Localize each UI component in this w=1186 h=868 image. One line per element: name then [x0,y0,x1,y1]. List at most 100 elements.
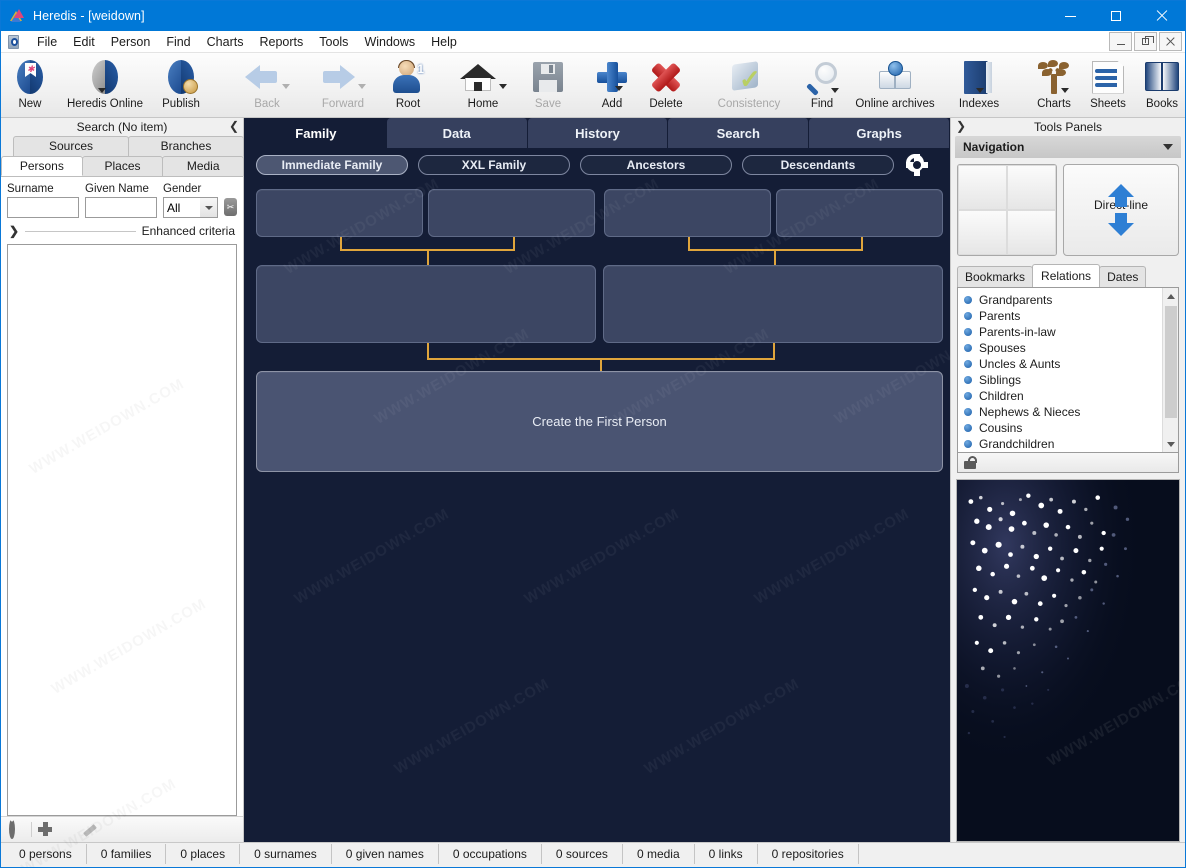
list-item[interactable]: Children [964,388,1162,404]
list-item[interactable]: Grandparents [964,292,1162,308]
tools-panel-tabs: Bookmarks Relations Dates [951,260,1185,287]
parent-box-father[interactable] [256,265,596,343]
mdi-restore-button[interactable] [1134,32,1157,51]
quadrant-bottom-left[interactable] [958,210,1007,255]
tab-data[interactable]: Data [386,118,528,148]
chevron-left-icon[interactable]: ❮ [229,119,239,133]
minimize-button[interactable] [1047,1,1093,31]
enhanced-criteria-row[interactable]: ❯ Enhanced criteria [1,218,243,242]
main-tab-bar: Family Data History Search Graphs [244,118,950,148]
tab-sources[interactable]: Sources [13,136,129,156]
search-panel-title: Search (No item) [76,120,168,134]
toolbar-button-home[interactable]: Home [445,53,521,115]
tab-relations[interactable]: Relations [1032,264,1101,287]
navigation-section-header[interactable]: Navigation [955,136,1181,158]
close-button[interactable] [1139,1,1185,31]
tab-family[interactable]: Family [246,118,387,148]
given-name-input[interactable] [85,197,157,218]
quadrant-top-right[interactable] [1007,165,1056,210]
clear-criteria-button[interactable]: ✂ [224,198,237,216]
tab-graphs[interactable]: Graphs [809,118,950,148]
toolbar-button-online-archives[interactable]: Online archives [849,53,941,115]
grandparent-box-paternal-grandmother[interactable] [428,189,595,237]
toolbar-button-consistency[interactable]: ✓ Consistency [703,53,795,115]
scroll-down-arrow-icon[interactable] [1163,436,1178,452]
view-ancestors[interactable]: Ancestors [580,155,732,175]
toolbar-button-add[interactable]: Add [585,53,639,115]
tab-search[interactable]: Search [668,118,810,148]
arrow-down-icon[interactable] [1108,213,1134,236]
menu-item-file[interactable]: File [29,32,65,52]
menu-item-charts[interactable]: Charts [199,32,252,52]
view-immediate-family[interactable]: Immediate Family [256,155,408,175]
status-sources: 0 sources [542,843,623,864]
relations-scrollbar[interactable] [1162,288,1178,452]
list-item[interactable]: Parents-in-law [964,324,1162,340]
plus-icon[interactable] [38,822,54,838]
mdi-close-button[interactable] [1159,32,1182,51]
family-settings-button[interactable] [906,154,928,176]
gender-selected-value: All [167,200,181,215]
grandparent-box-maternal-grandmother[interactable] [776,189,943,237]
menu-item-edit[interactable]: Edit [65,32,103,52]
toolbar-button-forward[interactable]: Forward [305,53,381,115]
maximize-button[interactable] [1093,1,1139,31]
toolbar-button-heredis-online[interactable]: Heredis Online [67,53,143,115]
pencil-icon[interactable] [82,822,98,838]
grandparent-box-maternal-grandfather[interactable] [604,189,771,237]
menu-item-help[interactable]: Help [423,32,465,52]
toolbar-button-charts[interactable]: Charts [1027,53,1081,115]
navigation-quadrant-grid[interactable] [957,164,1057,256]
tab-persons[interactable]: Persons [1,156,83,176]
toolbar-button-books[interactable]: Books [1135,53,1185,115]
toolbar-button-indexes[interactable]: Indexes [941,53,1017,115]
quadrant-top-left[interactable] [958,165,1007,210]
gender-select[interactable]: All [163,197,218,218]
primary-person-box[interactable]: Create the First Person [256,371,943,472]
refresh-icon[interactable] [9,818,25,839]
toolbar-button-find[interactable]: Find [795,53,849,115]
tab-history[interactable]: History [527,118,669,148]
scroll-up-arrow-icon[interactable] [1163,288,1178,304]
grandparent-box-paternal-grandfather[interactable] [256,189,423,237]
toolbar-button-new[interactable]: ✱ New [3,53,57,115]
search-results-list[interactable] [7,244,237,816]
direct-line-navigator[interactable]: Direct-line [1063,164,1179,256]
quadrant-bottom-right[interactable] [1007,210,1056,255]
view-xxl-family[interactable]: XXL Family [418,155,570,175]
mdi-minimize-button[interactable] [1109,32,1132,51]
chevron-right-icon[interactable]: ❯ [956,119,966,133]
tab-dates[interactable]: Dates [1099,266,1147,287]
view-descendants[interactable]: Descendants [742,155,894,175]
menu-item-reports[interactable]: Reports [251,32,311,52]
toolbar-button-sheets[interactable]: Sheets [1081,53,1135,115]
toolbar-label-save: Save [534,98,562,110]
toolbar-button-save[interactable]: Save [521,53,575,115]
menu-item-tools[interactable]: Tools [311,32,356,52]
toolbar-button-root[interactable]: 1 Root [381,53,435,115]
toolbar-button-publish[interactable]: Publish [143,53,219,115]
tab-branches[interactable]: Branches [128,136,244,156]
menu-item-person[interactable]: Person [103,32,159,52]
list-item[interactable]: Parents [964,308,1162,324]
unlocked-padlock-icon[interactable] [964,456,978,469]
parent-box-mother[interactable] [603,265,943,343]
list-item[interactable]: Siblings [964,372,1162,388]
list-item[interactable]: Cousins [964,420,1162,436]
tab-bookmarks[interactable]: Bookmarks [957,266,1034,287]
tab-places[interactable]: Places [81,156,164,176]
list-item[interactable]: Uncles & Aunts [964,356,1162,372]
toolbar-button-delete[interactable]: Delete [639,53,693,115]
list-item[interactable]: Spouses [964,340,1162,356]
relation-label: Grandparents [979,293,1053,307]
minus-icon[interactable] [60,822,76,838]
toolbar-button-back[interactable]: Back [229,53,305,115]
menu-item-find[interactable]: Find [158,32,198,52]
tab-media[interactable]: Media [162,156,245,176]
arrow-up-icon[interactable] [1108,184,1134,207]
list-item[interactable]: Nephews & Nieces [964,404,1162,420]
menu-item-windows[interactable]: Windows [356,32,423,52]
list-item[interactable]: Grandchildren [964,436,1162,452]
surname-input[interactable] [7,197,79,218]
scrollbar-thumb[interactable] [1165,306,1177,418]
